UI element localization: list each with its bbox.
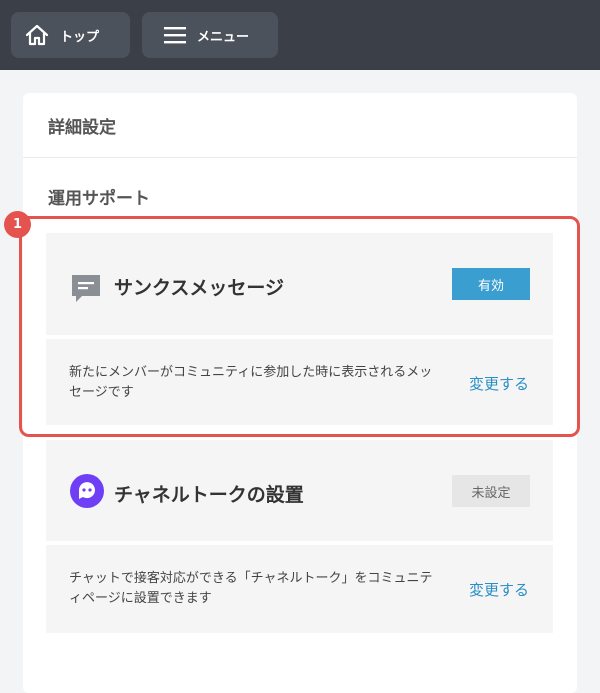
channel-talk-description: チャットで接客対応ができる「チャネルトーク」をコミュニティページに設置できます	[69, 571, 433, 606]
home-icon	[25, 24, 49, 46]
channel-talk-title: チャネルトークの設置	[114, 484, 304, 506]
status-badge-unset: 未設定	[452, 475, 530, 507]
home-label: トップ	[60, 29, 100, 45]
highlight-box	[19, 216, 580, 437]
card-divider	[23, 157, 577, 158]
menu-button[interactable]: メニュー	[142, 12, 278, 58]
channel-talk-header: チャネルトークの設置 未設定	[46, 440, 553, 541]
channel-talk-change-link[interactable]: 変更する	[469, 579, 529, 600]
top-bar: トップ メニュー	[0, 0, 600, 70]
channel-talk-body: チャットで接客対応ができる「チャネルトーク」をコミュニティページに設置できます …	[46, 545, 553, 633]
annotation-marker: 1	[4, 211, 31, 238]
section-title: 運用サポート	[48, 189, 150, 209]
menu-label: メニュー	[197, 29, 250, 45]
hamburger-menu-icon	[164, 26, 186, 44]
channel-talk-icon	[70, 474, 104, 512]
card-title: 詳細設定	[48, 118, 116, 138]
home-button[interactable]: トップ	[11, 12, 130, 58]
